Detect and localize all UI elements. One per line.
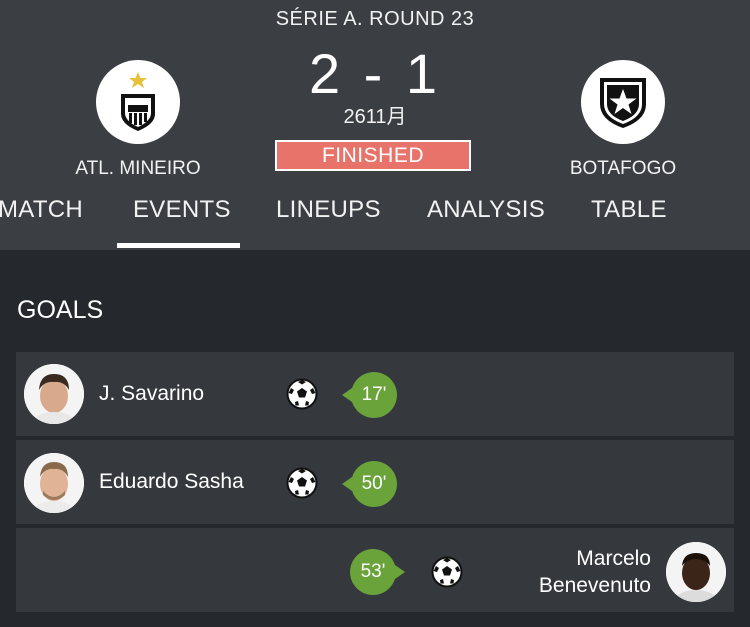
player-avatar	[666, 542, 726, 602]
soccer-ball-icon	[431, 556, 463, 588]
tab-table[interactable]: TABLE	[591, 196, 667, 224]
round-label: SÉRIE A. ROUND 23	[275, 8, 475, 30]
home-team-name[interactable]: ATL. MINEIRO	[38, 158, 238, 180]
match-status-badge: FINISHED	[275, 140, 471, 171]
tab-events[interactable]: EVENTS	[133, 196, 231, 224]
goals-section-title: GOALS	[17, 296, 104, 324]
goal-event-row[interactable]: 53' Marcelo Benevenuto	[16, 528, 734, 612]
player-photo-icon	[24, 453, 84, 513]
scorer-name[interactable]: J. Savarino	[99, 382, 204, 406]
goal-minute-badge: 17'	[342, 372, 397, 418]
goal-event-row[interactable]: J. Savarino 17'	[16, 352, 734, 436]
player-avatar	[24, 364, 84, 424]
soccer-ball-icon	[286, 378, 318, 410]
tab-analysis[interactable]: ANALYSIS	[427, 196, 545, 224]
goal-minute: 53'	[360, 561, 386, 582]
active-tab-indicator	[117, 243, 240, 248]
scorer-name[interactable]: Eduardo Sasha	[99, 470, 244, 494]
away-team-name[interactable]: BOTAFOGO	[523, 158, 723, 180]
goal-minute-badge: 53'	[350, 549, 405, 595]
scorer-name[interactable]: Marcelo Benevenuto	[539, 545, 651, 599]
badge-pointer	[395, 565, 405, 579]
badge-pointer	[342, 388, 352, 402]
scorer-first-name: Marcelo	[576, 547, 651, 570]
goal-event-row[interactable]: Eduardo Sasha 50'	[16, 440, 734, 524]
botafogo-crest-icon	[600, 78, 646, 128]
goal-minute-badge: 50'	[342, 461, 397, 507]
soccer-ball-icon	[286, 467, 318, 499]
tab-lineups[interactable]: LINEUPS	[276, 196, 381, 224]
badge-pointer	[342, 477, 352, 491]
tab-match[interactable]: MATCH	[0, 196, 83, 224]
player-photo-icon	[666, 542, 726, 602]
goal-minute: 50'	[361, 473, 387, 494]
scorer-last-name: Benevenuto	[538, 574, 651, 597]
match-header: SÉRIE A. ROUND 23 ATL. MINEIRO 2 - 1 261…	[0, 0, 750, 250]
player-avatar	[24, 453, 84, 513]
goal-minute: 17'	[361, 384, 387, 405]
match-tabs: MATCH EVENTS LINEUPS ANALYSIS TABLE	[0, 196, 750, 250]
away-team-crest[interactable]	[581, 60, 665, 144]
player-photo-icon	[24, 364, 84, 424]
